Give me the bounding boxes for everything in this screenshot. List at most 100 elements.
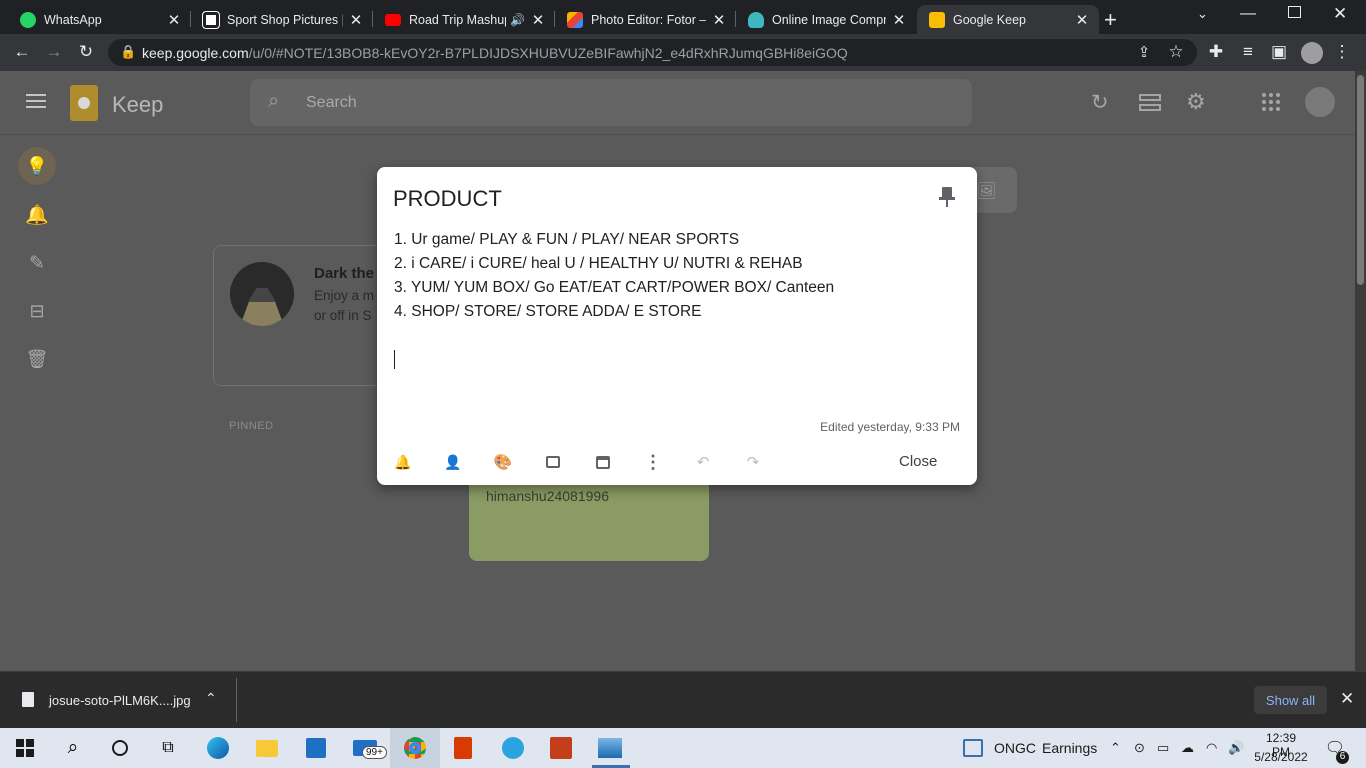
onedrive-cloud-icon[interactable]: ☁: [1181, 740, 1194, 756]
close-tab-icon[interactable]: ✕: [712, 11, 726, 29]
remind-me-icon[interactable]: 🔔: [391, 451, 415, 473]
address-bar[interactable]: 🔒 keep.google.com/u/0/#NOTE/13BOB8-kEvOY…: [108, 39, 1197, 66]
trash-icon[interactable]: 🗑: [18, 340, 56, 378]
profile-avatar[interactable]: [1301, 42, 1323, 64]
tab-title: Photo Editor: Fotor – F: [591, 12, 706, 27]
meet-now-icon[interactable]: ⊙: [1134, 740, 1145, 756]
close-window-icon[interactable]: ✕: [1333, 4, 1347, 24]
tab-google-keep[interactable]: Google Keep ✕: [917, 5, 1099, 34]
close-tab-icon[interactable]: ✕: [349, 11, 363, 29]
notes-bulb-icon[interactable]: 💡: [18, 147, 56, 185]
close-button[interactable]: Close: [887, 451, 949, 472]
edge-icon[interactable]: [205, 735, 231, 761]
ms-store-icon[interactable]: [303, 735, 329, 761]
close-download-bar-icon[interactable]: ✕: [1340, 689, 1354, 709]
keep-icon: [929, 11, 945, 28]
chrome-menu-icon[interactable]: ⋮: [1330, 40, 1354, 64]
share-icon[interactable]: ⇪: [1132, 40, 1156, 64]
notification-count-badge: 6: [1336, 751, 1349, 764]
close-tab-icon[interactable]: ✕: [1075, 11, 1089, 29]
powerpoint-icon[interactable]: [548, 735, 574, 761]
divider: [236, 678, 237, 722]
extensions-icon[interactable]: ✚: [1204, 40, 1228, 64]
cortana-icon[interactable]: [107, 735, 133, 761]
task-view-icon[interactable]: ⧉: [155, 735, 181, 761]
side-panel-icon[interactable]: ▣: [1267, 40, 1291, 64]
dark-card-title: Dark the: [314, 265, 375, 282]
main-menu-icon[interactable]: [26, 94, 46, 108]
edit-labels-pencil-icon[interactable]: ✎: [18, 244, 56, 282]
unsplash-icon: [202, 10, 220, 29]
tab-whatsapp[interactable]: WhatsApp ✕: [8, 5, 191, 34]
chrome-icon[interactable]: [402, 735, 428, 761]
new-tab-button[interactable]: +: [1104, 5, 1134, 34]
tab-sport-shop[interactable]: Sport Shop Pictures | U ✕: [191, 5, 373, 34]
scrollbar-thumb[interactable]: [1357, 75, 1364, 285]
tab-search-icon[interactable]: ⌄: [1197, 6, 1208, 22]
bookmark-star-icon[interactable]: ☆: [1164, 40, 1188, 64]
telegram-icon[interactable]: [500, 735, 526, 761]
redo-icon[interactable]: ↷: [741, 451, 765, 473]
note-body-line[interactable]: 1. Ur game/ PLAY & FUN / PLAY/ NEAR SPOR…: [394, 231, 739, 249]
youtube-icon: [385, 13, 401, 26]
show-hidden-icons-chevron-icon[interactable]: ⌃: [1110, 740, 1121, 756]
tab-strip: WhatsApp ✕ Sport Shop Pictures | U ✕ Roa…: [0, 0, 1366, 34]
clock-date[interactable]: 5/28/2022: [1253, 750, 1309, 764]
account-avatar[interactable]: [1305, 87, 1335, 117]
speaker-icon[interactable]: 🔊: [510, 13, 525, 27]
photos-icon[interactable]: [597, 735, 623, 761]
tab-youtube[interactable]: Road Trip Mashup 🔊 ✕: [373, 5, 555, 34]
show-all-button[interactable]: Show all: [1254, 686, 1327, 714]
tab-title: Google Keep: [953, 12, 1026, 27]
more-options-icon[interactable]: ⋮: [641, 451, 665, 473]
reload-icon[interactable]: ↻: [74, 40, 98, 64]
media-icon[interactable]: ≡: [1236, 40, 1260, 64]
settings-gear-icon[interactable]: ⚙: [1186, 89, 1206, 115]
note-body-line[interactable]: 2. i CARE/ i CURE/ heal U / HEALTHY U/ N…: [394, 255, 803, 273]
reminders-bell-icon[interactable]: 🔔: [18, 196, 56, 234]
wifi-icon[interactable]: ◠: [1206, 740, 1217, 756]
file-icon: [22, 692, 34, 707]
search-icon[interactable]: ⌕: [60, 735, 86, 761]
close-tab-icon[interactable]: ✕: [531, 11, 545, 29]
dark-card-text: or off in S: [314, 308, 372, 323]
close-tab-icon[interactable]: ✕: [892, 11, 906, 29]
refresh-icon[interactable]: ↻: [1091, 90, 1109, 115]
add-image-icon[interactable]: [541, 451, 565, 473]
app-name: Keep: [112, 92, 164, 117]
archive-icon[interactable]: ⊟: [18, 292, 56, 330]
note-title[interactable]: PRODUCT: [393, 186, 502, 212]
search-input[interactable]: ⌕ Search: [250, 79, 972, 126]
compressor-icon: [748, 11, 764, 28]
archive-note-icon[interactable]: [591, 451, 615, 473]
file-explorer-icon[interactable]: [254, 735, 280, 761]
minimize-icon[interactable]: —: [1240, 5, 1256, 23]
volume-icon[interactable]: 🔊: [1228, 740, 1244, 756]
stock-label[interactable]: Earnings: [1042, 740, 1097, 756]
collaborator-icon[interactable]: 👤: [441, 451, 465, 473]
forward-icon[interactable]: →: [42, 40, 66, 64]
apps-grid-icon[interactable]: [1262, 93, 1280, 111]
search-icon: ⌕: [268, 90, 280, 112]
chevron-up-icon[interactable]: ⌃: [205, 690, 217, 707]
restore-icon[interactable]: [1288, 6, 1301, 18]
calendar-widget-icon[interactable]: [960, 735, 986, 761]
windows-start-icon[interactable]: [12, 735, 38, 761]
url-path: /u/0/#NOTE/13BOB8-kEvOY2r-B7PLDIJDSXHUBV…: [248, 44, 848, 61]
note-body-line[interactable]: 3. YUM/ YUM BOX/ Go EAT/EAT CART/POWER B…: [394, 279, 834, 297]
tab-image-compressor[interactable]: Online Image Compre ✕: [736, 5, 916, 34]
tab-fotor[interactable]: Photo Editor: Fotor – F ✕: [555, 5, 736, 34]
image-icon[interactable]: 🖼: [976, 181, 996, 201]
download-filename[interactable]: josue-soto-PlLM6K....jpg: [49, 693, 191, 708]
list-view-icon[interactable]: [1139, 94, 1161, 112]
office-icon[interactable]: [450, 735, 476, 761]
pin-icon[interactable]: [939, 187, 955, 207]
stock-name[interactable]: ONGC: [994, 740, 1036, 756]
palette-icon[interactable]: 🎨: [491, 451, 515, 473]
note-body-line[interactable]: 4. SHOP/ STORE/ STORE ADDA/ E STORE: [394, 303, 702, 321]
back-icon[interactable]: ←: [10, 40, 34, 64]
battery-icon[interactable]: ▭: [1157, 740, 1169, 756]
undo-icon[interactable]: ↶: [691, 451, 715, 473]
tab-title: Sport Shop Pictures | U: [227, 12, 343, 27]
close-tab-icon[interactable]: ✕: [167, 11, 181, 29]
